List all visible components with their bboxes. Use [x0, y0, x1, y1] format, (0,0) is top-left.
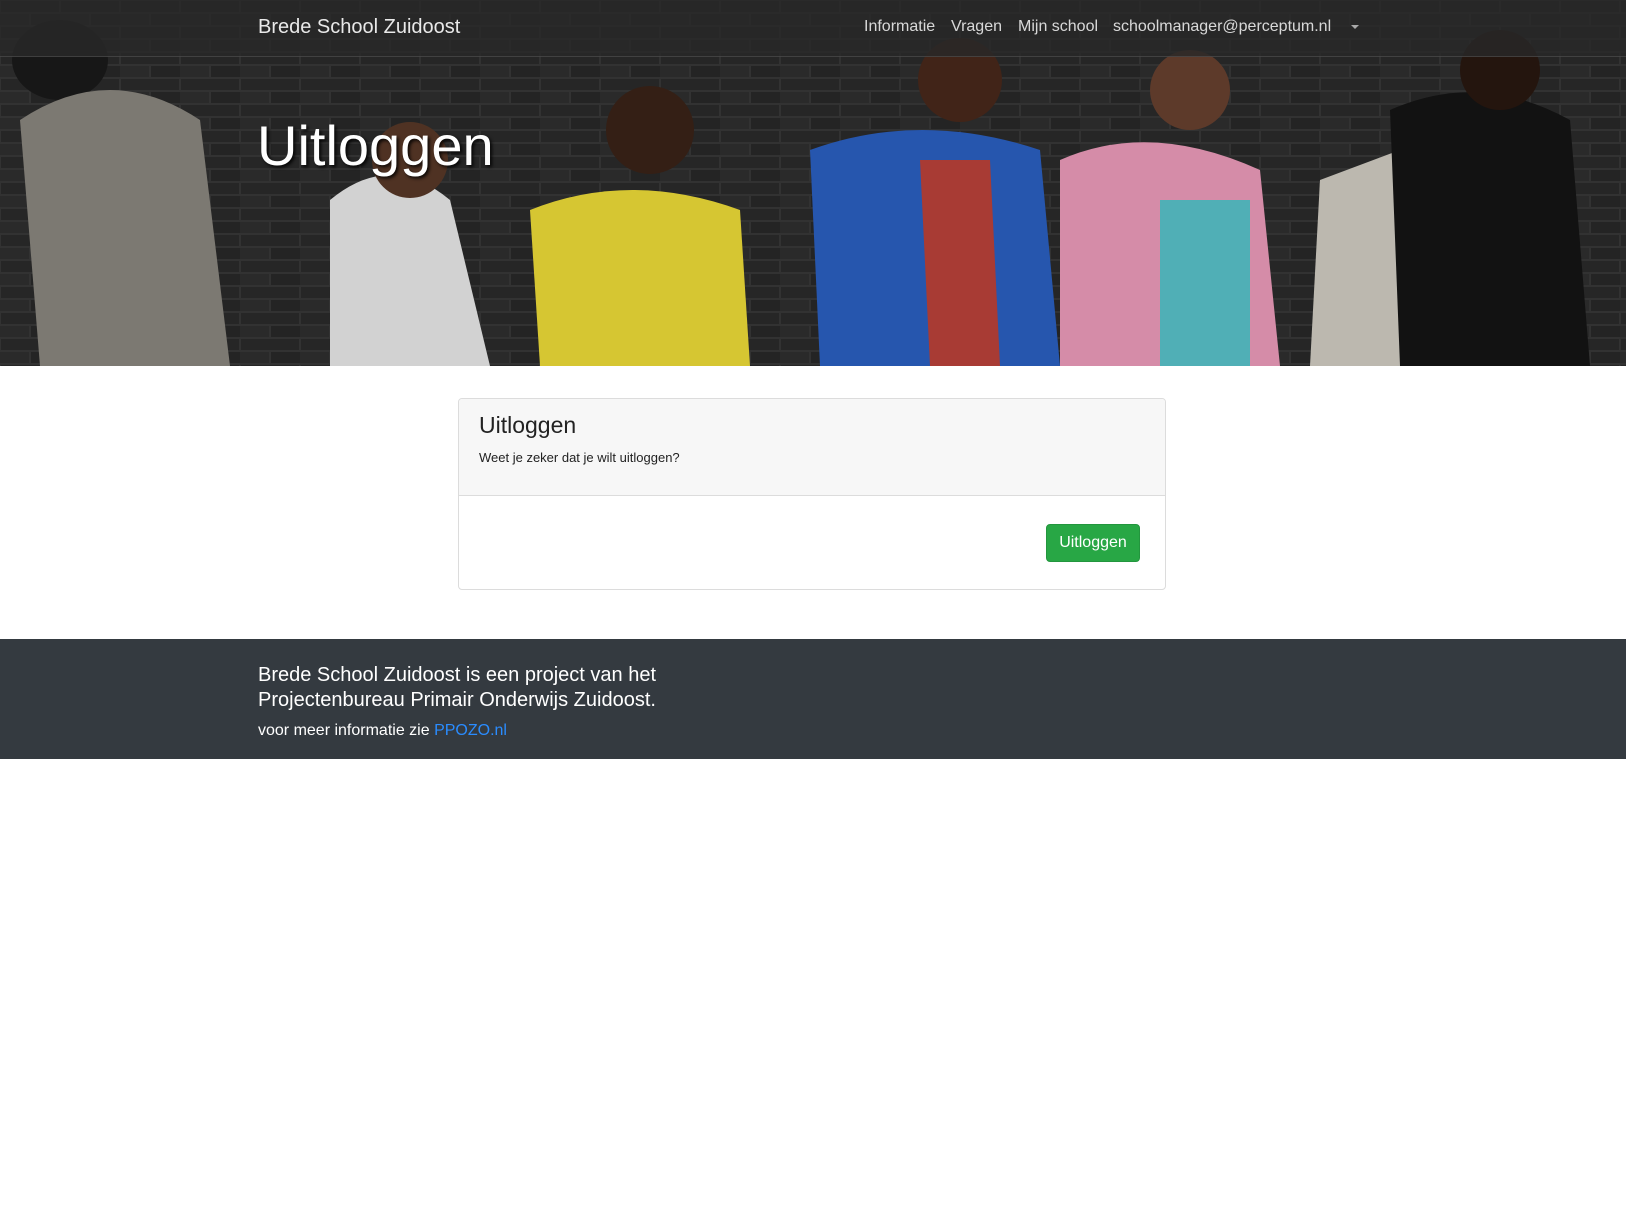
footer-description: Brede School Zuidoost is een project van… [258, 664, 657, 711]
card-title: Uitloggen [479, 412, 577, 438]
logout-card: Uitloggen Weet je zeker dat je wilt uitl… [458, 398, 1166, 590]
nav-link-vragen[interactable]: Vragen [951, 18, 1002, 36]
brand-link[interactable]: Brede School Zuidoost [258, 16, 460, 39]
footer: Brede School Zuidoost is een project van… [0, 639, 1626, 759]
hero-title: Uitloggen [257, 114, 494, 177]
top-navbar: Brede School Zuidoost Informatie Vragen … [0, 0, 1626, 57]
card-header: Uitloggen Weet je zeker dat je wilt uitl… [459, 399, 1165, 496]
ppozo-link[interactable]: PPOZO.nl [434, 722, 507, 739]
footer-info-line: voor meer informatie zie PPOZO.nl [258, 722, 507, 740]
nav-link-user-account[interactable]: schoolmanager@perceptum.nl [1113, 18, 1331, 36]
caret-down-icon[interactable] [1351, 25, 1359, 29]
nav-link-informatie[interactable]: Informatie [864, 18, 935, 36]
footer-info-prefix: voor meer informatie zie [258, 722, 430, 739]
logout-button[interactable]: Uitloggen [1046, 524, 1140, 562]
card-confirmation-text: Weet je zeker dat je wilt uitloggen? [479, 450, 680, 465]
nav-link-mijn-school[interactable]: Mijn school [1018, 18, 1098, 36]
